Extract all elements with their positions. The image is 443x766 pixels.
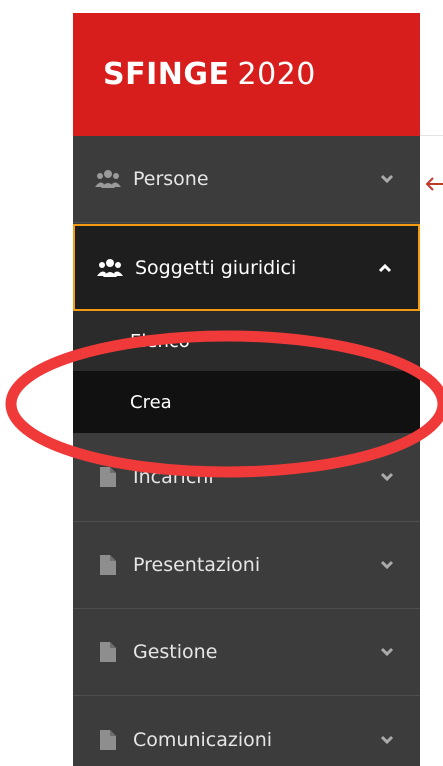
submenu-item-label: Elenco: [130, 330, 190, 352]
sidebar-item-incarichi[interactable]: Incarichi: [73, 433, 420, 522]
chevron-down-icon[interactable]: [376, 466, 398, 488]
sidebar: SFINGE 2020 Persone Soggetti giuridici E…: [73, 13, 420, 766]
brand-logo[interactable]: SFINGE 2020: [73, 13, 420, 136]
header-divider: [420, 135, 443, 136]
brand-name: SFINGE: [103, 57, 230, 92]
sidebar-item-label: Comunicazioni: [133, 728, 273, 751]
file-icon: [95, 727, 121, 753]
chevron-down-icon[interactable]: [376, 168, 398, 190]
sidebar-item-label: Persone: [133, 168, 209, 190]
sidebar-item-label: Presentazioni: [133, 554, 261, 576]
sidebar-item-label: Soggetti giuridici: [135, 256, 297, 279]
users-icon: [95, 166, 121, 192]
back-arrow-icon[interactable]: [426, 176, 443, 192]
file-icon: [95, 639, 121, 665]
page: SFINGE 2020 Persone Soggetti giuridici E…: [0, 0, 443, 766]
sidebar-item-persone[interactable]: Persone: [73, 136, 420, 223]
sidebar-item-gestione[interactable]: Gestione: [73, 609, 420, 696]
brand-year: 2020: [237, 57, 316, 92]
submenu-item-crea[interactable]: Crea: [73, 371, 420, 433]
sidebar-item-soggetti-giuridici[interactable]: Soggetti giuridici: [73, 224, 420, 311]
chevron-up-icon[interactable]: [374, 257, 396, 279]
chevron-down-icon[interactable]: [376, 641, 398, 663]
sidebar-item-label: Incarichi: [133, 466, 214, 488]
sidebar-item-label: Gestione: [133, 641, 218, 663]
submenu-item-elenco[interactable]: Elenco: [73, 311, 420, 371]
chevron-down-icon[interactable]: [376, 554, 398, 576]
file-icon: [95, 552, 121, 578]
chevron-down-icon[interactable]: [376, 729, 398, 751]
file-icon: [95, 464, 121, 490]
users-icon: [97, 255, 123, 281]
submenu-item-label: Crea: [130, 391, 172, 413]
sidebar-item-presentazioni[interactable]: Presentazioni: [73, 522, 420, 609]
sidebar-item-comunicazioni[interactable]: Comunicazioni: [73, 696, 420, 766]
